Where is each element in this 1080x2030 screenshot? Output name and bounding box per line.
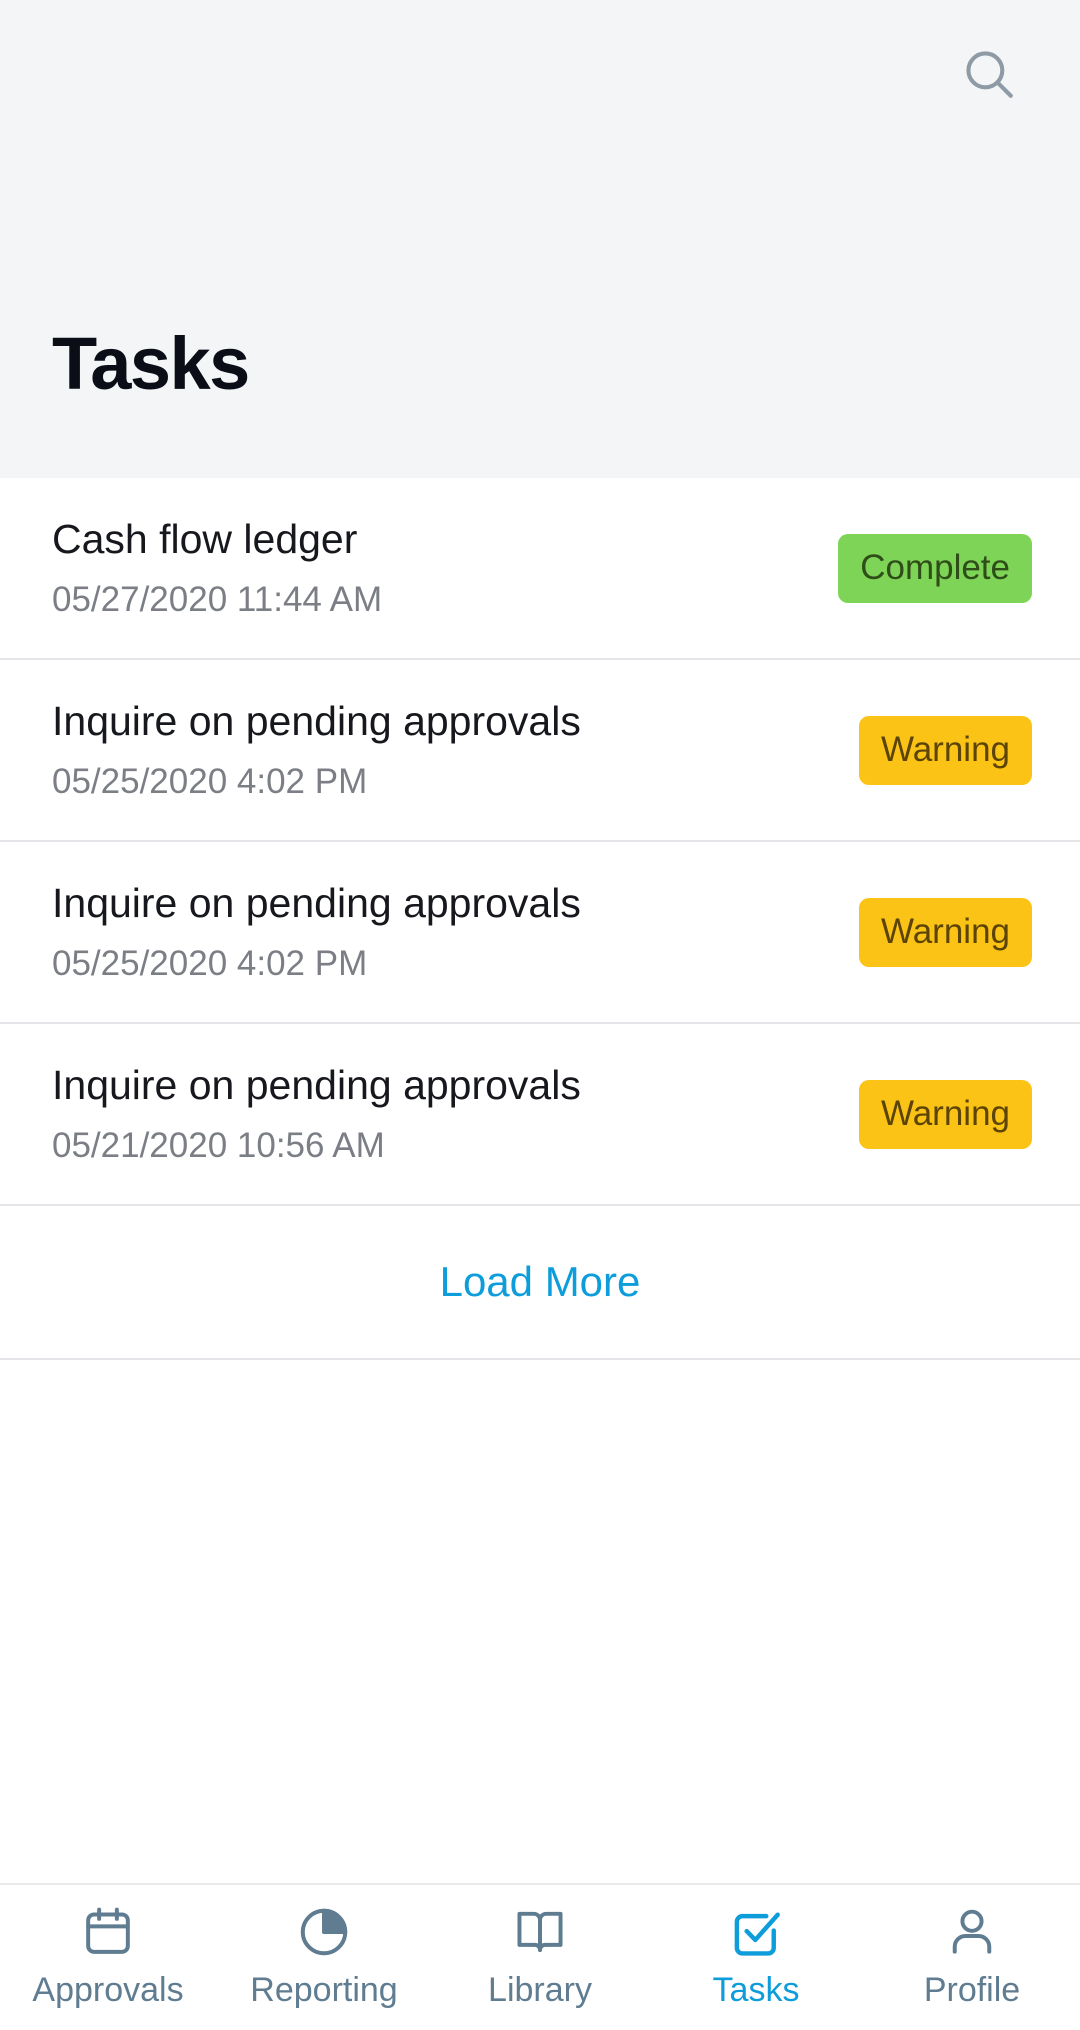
table-row[interactable]: Cash flow ledger 05/27/2020 11:44 AM Com… — [0, 478, 1080, 660]
header-actions — [946, 0, 1080, 150]
task-text-group: Inquire on pending approvals 05/25/2020 … — [52, 880, 581, 984]
page-title: Tasks — [52, 322, 250, 405]
tab-label: Tasks — [712, 1971, 800, 2009]
task-date: 05/25/2020 4:02 PM — [52, 944, 368, 983]
checkbox-check-icon — [726, 1902, 786, 1962]
task-text-group: Inquire on pending approvals 05/25/2020 … — [52, 698, 581, 802]
bottom-tab-bar: Approvals Reporting Library Tasks Profil… — [0, 1883, 1080, 2030]
task-date: 05/21/2020 10:56 AM — [52, 1126, 385, 1165]
task-text-group: Inquire on pending approvals 05/21/2020 … — [52, 1062, 581, 1166]
app-root: Tasks Cash flow ledger 05/27/2020 11:44 … — [0, 0, 1080, 2030]
search-button[interactable] — [946, 32, 1032, 118]
tab-label: Reporting — [250, 1971, 398, 2009]
pie-chart-icon — [294, 1902, 354, 1962]
table-row[interactable]: Inquire on pending approvals 05/21/2020 … — [0, 1024, 1080, 1206]
page-header: Tasks — [0, 0, 1080, 478]
status-badge: Complete — [838, 533, 1032, 603]
calendar-icon — [78, 1902, 138, 1962]
tab-tasks[interactable]: Tasks — [648, 1885, 864, 2030]
task-title: Inquire on pending approvals — [52, 698, 581, 744]
task-title: Inquire on pending approvals — [52, 880, 581, 926]
tab-reporting[interactable]: Reporting — [216, 1885, 432, 2030]
tab-profile[interactable]: Profile — [864, 1885, 1080, 2030]
person-icon — [942, 1902, 1002, 1962]
load-more-button[interactable]: Load More — [0, 1206, 1080, 1360]
task-date: 05/25/2020 4:02 PM — [52, 762, 368, 801]
tab-library[interactable]: Library — [432, 1885, 648, 2030]
status-badge: Warning — [858, 897, 1032, 967]
tab-label: Profile — [923, 1971, 1021, 2009]
load-more-label: Load More — [439, 1258, 641, 1305]
tab-label: Approvals — [32, 1971, 184, 2009]
task-date: 05/27/2020 11:44 AM — [52, 580, 383, 619]
status-badge: Warning — [858, 1079, 1032, 1149]
search-icon — [960, 45, 1018, 106]
task-list: Cash flow ledger 05/27/2020 11:44 AM Com… — [0, 478, 1080, 1360]
table-row[interactable]: Inquire on pending approvals 05/25/2020 … — [0, 660, 1080, 842]
table-row[interactable]: Inquire on pending approvals 05/25/2020 … — [0, 842, 1080, 1024]
tab-label: Library — [488, 1971, 592, 2009]
open-book-icon — [510, 1902, 570, 1962]
task-title: Cash flow ledger — [52, 516, 358, 562]
task-title: Inquire on pending approvals — [52, 1062, 581, 1108]
tab-approvals[interactable]: Approvals — [0, 1885, 216, 2030]
empty-list-area — [0, 1360, 1080, 1883]
task-text-group: Cash flow ledger 05/27/2020 11:44 AM — [52, 516, 382, 620]
status-badge: Warning — [858, 715, 1032, 785]
